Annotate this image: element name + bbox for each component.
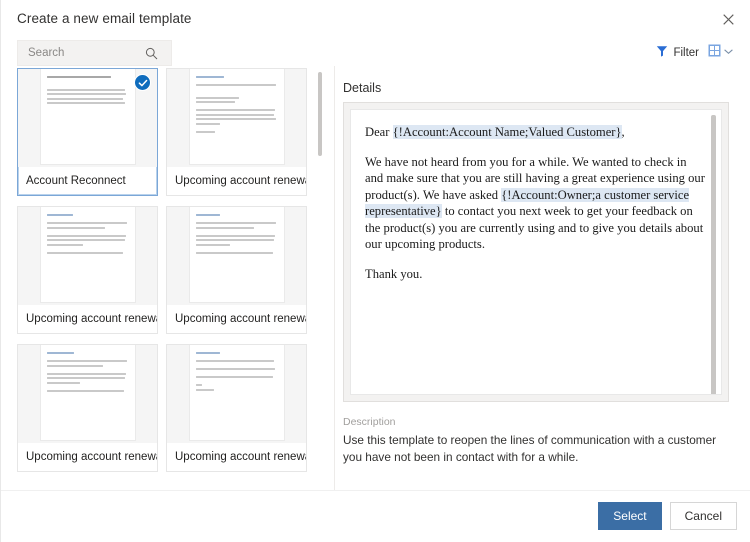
- search-icon[interactable]: [140, 47, 162, 60]
- thumbnail-page: [189, 345, 285, 441]
- search-box[interactable]: [17, 40, 172, 66]
- template-card-list: Account Reconnect: [9, 66, 315, 472]
- thumbnail-page: [40, 69, 136, 165]
- greeting-suffix: ,: [622, 125, 625, 139]
- template-card[interactable]: Upcoming account renewa...: [17, 206, 158, 334]
- template-card-label: Upcoming account renewa...: [18, 305, 157, 333]
- preview-body: We have not heard from you for a while. …: [365, 154, 705, 253]
- template-card-label: Upcoming account renewa...: [167, 443, 306, 471]
- merge-token-account-name: {!Account:Account Name;Valued Customer}: [393, 125, 622, 139]
- grid-scrollbar-thumb[interactable]: [318, 72, 322, 156]
- thumbnail-page: [40, 207, 136, 303]
- grid-view-toggle[interactable]: [706, 43, 736, 63]
- template-thumbnail: [167, 345, 306, 443]
- template-thumbnail: [167, 69, 306, 167]
- thumbnail-page: [40, 345, 136, 441]
- grid-scrollbar-track[interactable]: [317, 68, 325, 488]
- preview-scrollbar-thumb[interactable]: [711, 115, 716, 395]
- cancel-button[interactable]: Cancel: [670, 502, 737, 530]
- details-heading: Details: [343, 81, 381, 95]
- email-preview-page: Dear {!Account:Account Name;Valued Custo…: [350, 109, 722, 395]
- thumbnail-page: [189, 207, 285, 303]
- template-card[interactable]: Upcoming account renewa...: [166, 344, 307, 472]
- greeting-prefix: Dear: [365, 125, 393, 139]
- template-card[interactable]: Upcoming account renewa...: [166, 206, 307, 334]
- preview-scrollbar-track[interactable]: [712, 112, 719, 392]
- pane-divider: [334, 66, 335, 490]
- details-pane: Details Dear {!Account:Account Name;Valu…: [343, 66, 739, 490]
- filter-button[interactable]: Filter: [653, 43, 702, 63]
- create-email-template-dialog: Create a new email template Filter: [0, 0, 750, 542]
- filter-funnel-icon: [656, 44, 668, 62]
- template-thumbnail: [18, 69, 157, 167]
- template-card-label: Account Reconnect: [18, 167, 157, 195]
- search-input[interactable]: [18, 42, 140, 64]
- chevron-down-icon: [723, 44, 734, 62]
- template-thumbnail: [167, 207, 306, 305]
- template-thumbnail: [18, 345, 157, 443]
- view-controls: Filter: [653, 42, 736, 64]
- dialog-body: Account Reconnect: [1, 66, 750, 490]
- dialog-footer: Select Cancel: [1, 490, 750, 542]
- select-button[interactable]: Select: [598, 502, 661, 530]
- template-card[interactable]: Upcoming account renewa...: [17, 344, 158, 472]
- page-title: Create a new email template: [17, 11, 192, 26]
- check-circle-icon: [134, 74, 151, 91]
- template-card-label: Upcoming account renewa...: [167, 167, 306, 195]
- email-preview-box: Dear {!Account:Account Name;Valued Custo…: [343, 102, 729, 402]
- preview-greeting: Dear {!Account:Account Name;Valued Custo…: [365, 124, 705, 141]
- footer-button-group: Select Cancel: [598, 502, 737, 530]
- description-label: Description: [343, 416, 396, 428]
- grid-view-icon: [708, 44, 721, 62]
- close-icon[interactable]: [713, 6, 743, 32]
- preview-closing: Thank you.: [365, 266, 705, 283]
- description-text: Use this template to reopen the lines of…: [343, 432, 725, 466]
- template-card[interactable]: Account Reconnect: [17, 68, 158, 196]
- template-card-label: Upcoming account renewa...: [167, 305, 306, 333]
- dialog-header: Create a new email template: [1, 0, 750, 38]
- template-card-label: Upcoming account renewa...: [18, 443, 157, 471]
- filter-label: Filter: [673, 47, 699, 59]
- template-thumbnail: [18, 207, 157, 305]
- template-card[interactable]: Upcoming account renewa...: [166, 68, 307, 196]
- thumbnail-page: [189, 69, 285, 165]
- template-grid: Account Reconnect: [9, 66, 327, 490]
